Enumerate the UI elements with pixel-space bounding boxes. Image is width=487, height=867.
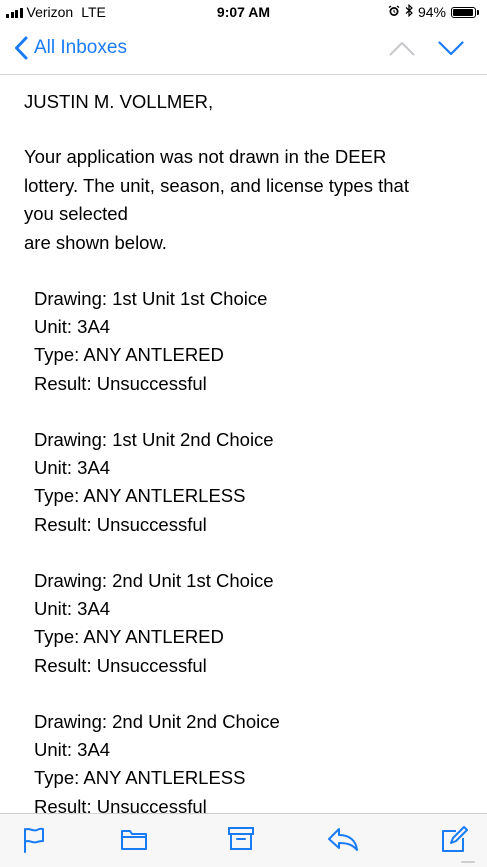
- compose-button[interactable]: [440, 826, 468, 859]
- back-button-label: All Inboxes: [34, 37, 127, 58]
- drawing-result-block: Drawing: 1st Unit 2nd Choice Unit: 3A4 T…: [34, 426, 274, 539]
- archive-icon: [228, 827, 254, 850]
- move-to-folder-button[interactable]: [120, 826, 148, 857]
- result-line: Result: Unsuccessful: [34, 372, 207, 394]
- chevron-up-icon: [389, 42, 415, 56]
- back-button[interactable]: All Inboxes: [14, 36, 127, 60]
- result-line: Result: Unsuccessful: [34, 513, 207, 535]
- type-line: Type: ANY ANTLERLESS: [34, 485, 246, 507]
- reply-button[interactable]: [327, 826, 359, 857]
- message-line: lottery. The unit, season, and license t…: [24, 174, 409, 196]
- home-indicator: [461, 861, 475, 863]
- next-message-button[interactable]: [438, 41, 464, 61]
- previous-message-button[interactable]: [389, 41, 415, 61]
- unit-line: Unit: 3A4: [34, 457, 111, 479]
- status-right: 94%: [388, 3, 479, 20]
- unit-line: Unit: 3A4: [34, 739, 111, 761]
- unit-line: Unit: 3A4: [34, 598, 111, 620]
- email-message: Your application was not drawn in the DE…: [24, 143, 464, 257]
- drawing-result-block: Drawing: 2nd Unit 2nd Choice Unit: 3A4 T…: [34, 708, 280, 813]
- bottom-toolbar: [0, 813, 487, 867]
- drawing-result-block: Drawing: 1st Unit 1st Choice Unit: 3A4 T…: [34, 285, 267, 398]
- result-line: Result: Unsuccessful: [34, 654, 207, 676]
- archive-button[interactable]: [227, 826, 255, 857]
- drawing-line: Drawing: 2nd Unit 2nd Choice: [34, 711, 280, 732]
- message-line: Your application was not drawn in the DE…: [24, 146, 387, 167]
- flag-icon: [24, 827, 44, 853]
- bluetooth-icon: [405, 3, 413, 20]
- reply-icon: [328, 828, 358, 851]
- drawing-line: Drawing: 1st Unit 2nd Choice: [34, 429, 274, 450]
- type-line: Type: ANY ANTLERED: [34, 626, 224, 648]
- alarm-icon: [388, 4, 400, 20]
- message-line: you selected: [24, 203, 128, 224]
- battery-percent: 94%: [417, 4, 446, 20]
- drawing-result-block: Drawing: 2nd Unit 1st Choice Unit: 3A4 T…: [34, 567, 274, 680]
- nav-bar: All Inboxes: [0, 24, 487, 75]
- drawing-line: Drawing: 2nd Unit 1st Choice: [34, 570, 274, 591]
- type-line: Type: ANY ANTLERED: [34, 344, 224, 366]
- chevron-down-icon: [438, 41, 464, 56]
- status-bar: Verizon LTE 9:07 AM 94%: [0, 0, 487, 24]
- battery-icon: [451, 6, 479, 18]
- email-greeting: JUSTIN M. VOLLMER,: [24, 91, 214, 112]
- chevron-left-icon: [15, 36, 28, 60]
- drawing-line: Drawing: 1st Unit 1st Choice: [34, 288, 268, 309]
- flag-button[interactable]: [22, 826, 46, 859]
- result-line: Result: Unsuccessful: [34, 795, 207, 813]
- email-body[interactable]: JUSTIN M. VOLLMER, Your application was …: [0, 75, 487, 813]
- type-line: Type: ANY ANTLERLESS: [34, 767, 246, 789]
- folder-icon: [121, 830, 147, 850]
- message-line: are shown below.: [24, 231, 167, 253]
- unit-line: Unit: 3A4: [34, 316, 111, 338]
- compose-icon: [442, 826, 468, 852]
